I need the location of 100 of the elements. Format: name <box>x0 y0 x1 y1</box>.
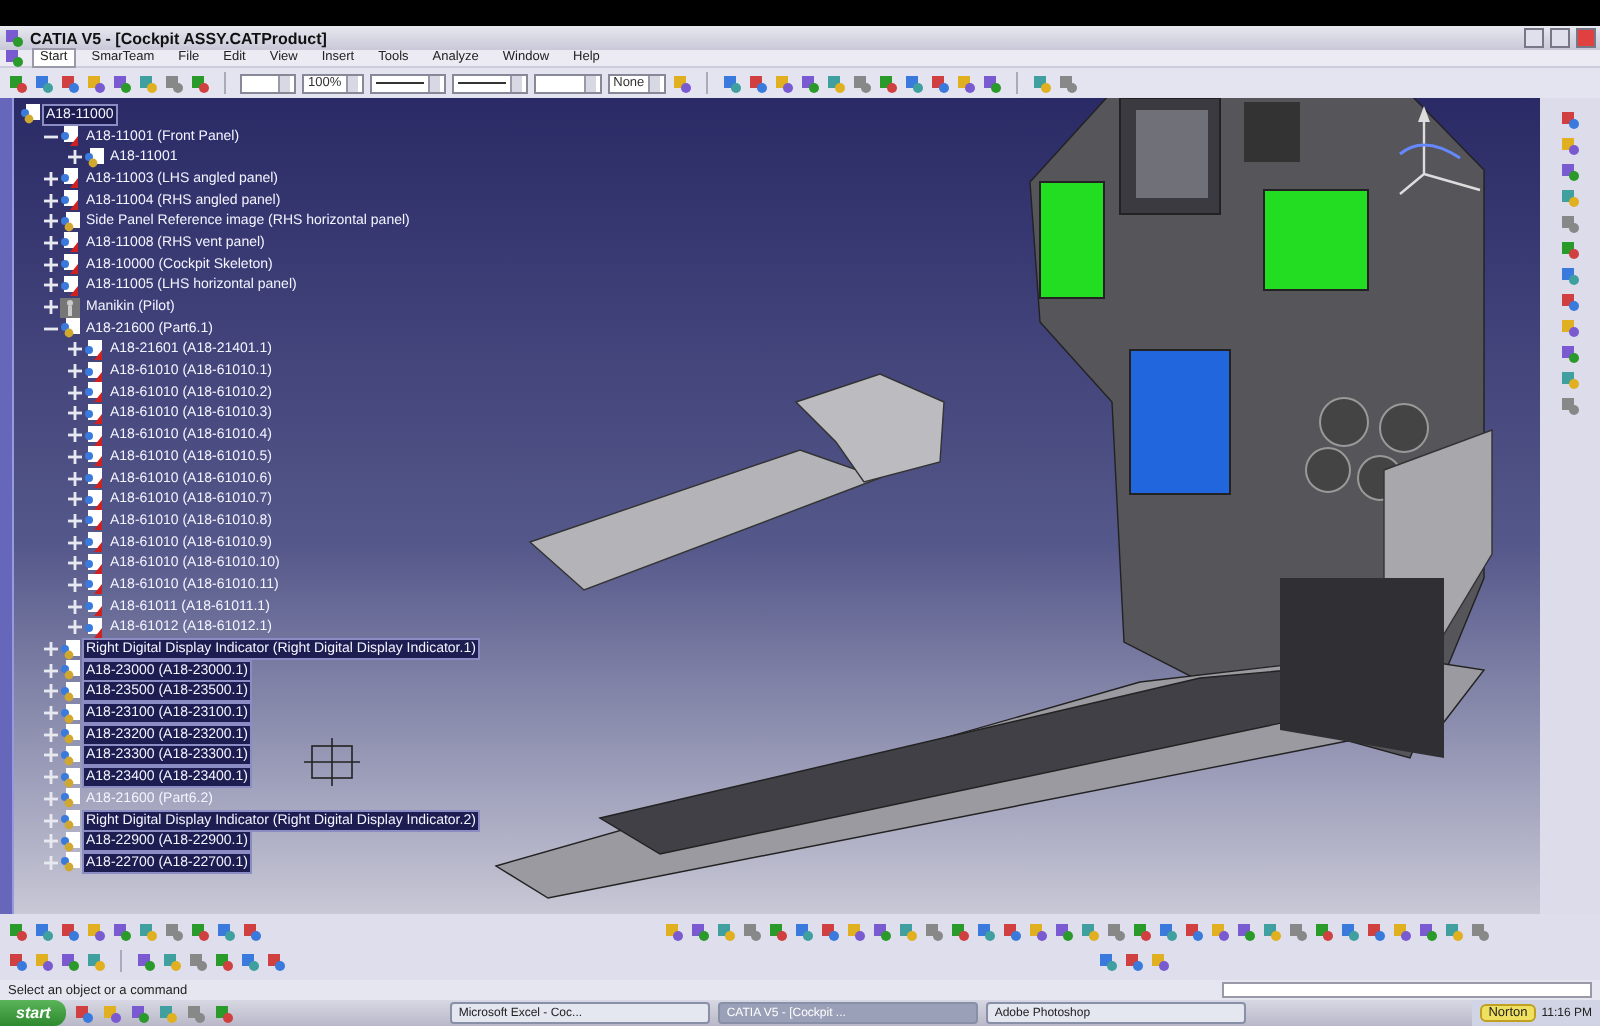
toolbar-icon[interactable] <box>800 73 821 93</box>
expand-icon[interactable] <box>44 257 58 272</box>
toolbar-icon[interactable] <box>34 922 54 942</box>
line-dropdown[interactable] <box>451 73 528 93</box>
toolbar-icon[interactable] <box>34 73 54 93</box>
command-input[interactable] <box>1222 982 1592 998</box>
toolbar-icon[interactable] <box>768 922 788 942</box>
expand-icon[interactable] <box>44 193 58 208</box>
app-icon[interactable] <box>4 48 24 68</box>
toolbar-icon[interactable] <box>8 922 28 942</box>
toolbar-icon[interactable] <box>86 922 106 942</box>
toolbar-icon[interactable] <box>112 73 132 93</box>
toolbar-icon[interactable] <box>60 951 80 971</box>
toolbar-icon[interactable] <box>1560 318 1580 338</box>
expand-icon[interactable] <box>68 513 82 528</box>
expand-icon[interactable] <box>44 214 58 229</box>
toolbar-icon[interactable] <box>60 922 80 942</box>
toolbar-icon[interactable] <box>690 922 710 942</box>
toolbar-icon[interactable] <box>1158 922 1178 942</box>
minimize-button[interactable] <box>1524 28 1544 48</box>
toolbar-icon[interactable] <box>1560 292 1580 312</box>
toolbar-icon[interactable] <box>794 922 814 942</box>
toolbar-icon[interactable] <box>904 73 925 93</box>
expand-icon[interactable] <box>44 171 58 186</box>
toolbar-icon[interactable] <box>1560 162 1580 182</box>
toolbar-icon[interactable] <box>138 922 158 942</box>
expand-icon[interactable] <box>68 492 82 507</box>
toolbar-icon[interactable] <box>188 951 208 971</box>
toolbar-icon[interactable] <box>190 73 210 93</box>
toolbar-icon[interactable] <box>672 73 693 93</box>
toolbar-icon[interactable] <box>190 922 210 942</box>
toolbar-icon[interactable] <box>664 922 684 942</box>
toolbar-icon[interactable] <box>138 73 158 93</box>
toolbar-icon[interactable] <box>872 922 892 942</box>
expand-icon[interactable] <box>68 342 82 357</box>
toolbar-icon[interactable] <box>878 73 899 93</box>
toolbar-icon[interactable] <box>214 951 234 971</box>
toolbar-icon[interactable] <box>950 922 970 942</box>
toolbar-icon[interactable] <box>1150 951 1170 971</box>
toolbar-icon[interactable] <box>1080 922 1100 942</box>
line-dropdown[interactable] <box>369 73 446 93</box>
toolbar-icon[interactable] <box>1560 344 1580 364</box>
expand-icon[interactable] <box>68 577 82 592</box>
toolbar-icon[interactable] <box>164 922 184 942</box>
app-icon[interactable] <box>4 28 24 48</box>
expand-icon[interactable] <box>68 599 82 614</box>
toolbar-icon[interactable] <box>214 1003 235 1023</box>
3d-viewport[interactable] <box>0 98 1540 914</box>
toolbar-icon[interactable] <box>8 73 28 93</box>
toolbar-icon[interactable] <box>1058 73 1079 93</box>
toolbar-icon[interactable] <box>86 951 106 971</box>
toolbar-icon[interactable] <box>1560 240 1580 260</box>
toolbar-icon[interactable] <box>1366 922 1386 942</box>
toolbar-icon[interactable] <box>34 951 54 971</box>
toolbar-icon[interactable] <box>1002 922 1022 942</box>
expand-icon[interactable] <box>68 556 82 571</box>
toolbar-icon[interactable] <box>86 73 106 93</box>
toolbar-icon[interactable] <box>1444 922 1464 942</box>
toolbar-icon[interactable] <box>1340 922 1360 942</box>
scrollbar[interactable] <box>0 98 14 914</box>
toolbar-icon[interactable] <box>1132 922 1152 942</box>
expand-icon[interactable] <box>68 385 82 400</box>
toolbar-icon[interactable] <box>1560 370 1580 390</box>
expand-icon[interactable] <box>44 235 58 250</box>
maximize-button[interactable] <box>1550 28 1570 48</box>
toolbar-icon[interactable] <box>112 922 132 942</box>
toolbar-icon[interactable] <box>158 1003 179 1023</box>
toolbar-icon[interactable] <box>976 922 996 942</box>
toolbar-icon[interactable] <box>164 73 184 93</box>
expand-icon[interactable] <box>44 278 58 293</box>
toolbar-icon[interactable] <box>820 922 840 942</box>
toolbar-icon[interactable] <box>74 1003 95 1023</box>
toolbar-icon[interactable] <box>242 922 262 942</box>
toolbar-icon[interactable] <box>102 1003 123 1023</box>
toolbar-icon[interactable] <box>60 73 80 93</box>
toolbar-icon[interactable] <box>1210 922 1230 942</box>
toolbar-icon[interactable] <box>8 951 28 971</box>
toolbar-icon[interactable] <box>1560 396 1580 416</box>
toolbar-icon[interactable] <box>1288 922 1308 942</box>
toolbar-icon[interactable] <box>1028 922 1048 942</box>
toolbar-icon[interactable] <box>1560 110 1580 130</box>
expand-icon[interactable] <box>68 535 82 550</box>
toolbar-icon[interactable] <box>1314 922 1334 942</box>
toolbar-icon[interactable] <box>1184 922 1204 942</box>
toolbar-icon[interactable] <box>1418 922 1438 942</box>
expand-icon[interactable] <box>44 300 58 315</box>
expand-icon[interactable] <box>68 406 82 421</box>
toolbar-icon[interactable] <box>186 1003 207 1023</box>
toolbar-icon[interactable] <box>1262 922 1282 942</box>
toolbar-icon[interactable] <box>1560 214 1580 234</box>
toolbar-icon[interactable] <box>1054 922 1074 942</box>
toolbar-icon[interactable] <box>826 73 847 93</box>
toolbar-icon[interactable] <box>1392 922 1412 942</box>
toolbar-icon[interactable] <box>748 73 769 93</box>
toolbar-icon[interactable] <box>846 922 866 942</box>
expand-icon[interactable] <box>68 449 82 464</box>
toolbar-icon[interactable] <box>716 922 736 942</box>
toolbar-icon[interactable] <box>1560 136 1580 156</box>
toolbar-icon[interactable] <box>136 951 156 971</box>
toolbar-icon[interactable] <box>1560 266 1580 286</box>
